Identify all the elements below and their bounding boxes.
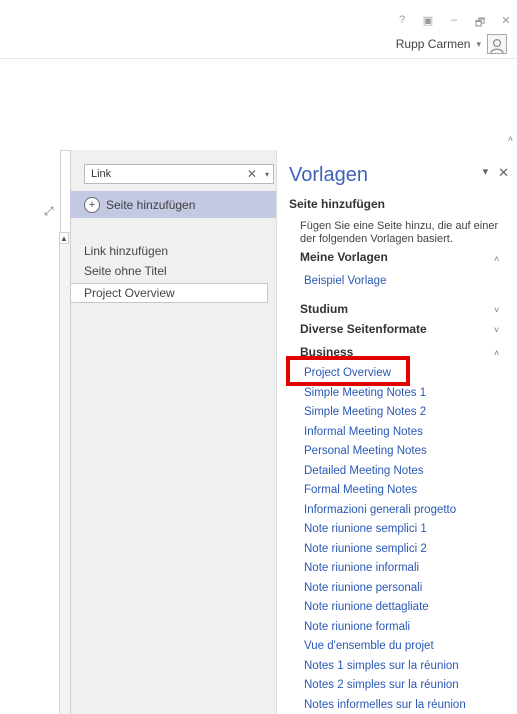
help-icon[interactable]: ? (394, 14, 410, 30)
title-separator (0, 58, 517, 59)
pane-options-icon[interactable]: ▾ (483, 165, 489, 181)
template-link[interactable]: Informal Meeting Notes (304, 426, 423, 438)
ribbon-collapse-icon[interactable]: ˄ (508, 134, 513, 144)
ribbon-display-icon[interactable]: ▣ (420, 14, 436, 30)
template-link[interactable]: Informazioni generali progetto (304, 504, 456, 516)
add-page-heading: Seite hinzufügen (289, 197, 385, 211)
expand-diverse-icon[interactable]: ˅ (494, 325, 499, 335)
collapse-business-icon[interactable]: ˄ (494, 348, 499, 358)
notebook-area (0, 150, 61, 714)
template-link[interactable]: Note riunione informali (304, 562, 419, 574)
template-link[interactable]: Note riunione dettagliate (304, 601, 429, 613)
plus-icon: + (84, 196, 100, 213)
template-link[interactable]: Simple Meeting Notes 1 (304, 387, 426, 399)
template-link[interactable]: Note riunione semplici 2 (304, 543, 427, 555)
restore-icon[interactable]: 🗗 (472, 14, 488, 30)
search-scope-dropdown-icon[interactable]: ▾ (265, 170, 269, 179)
template-link[interactable]: Personal Meeting Notes (304, 445, 427, 457)
template-link[interactable]: Notes 1 simples sur la réunion (304, 660, 459, 672)
pane-title: Vorlagen (289, 164, 368, 186)
template-link[interactable]: Simple Meeting Notes 2 (304, 406, 426, 418)
template-link[interactable]: Detailed Meeting Notes (304, 465, 424, 477)
my-templates-heading[interactable]: Meine Vorlagen (300, 250, 388, 264)
template-link[interactable]: Vue d'ensemble du projet (304, 640, 434, 652)
pane-close-icon[interactable]: ✕ (498, 165, 509, 181)
page-item-link-hinzufuegen[interactable]: Link hinzufügen (84, 244, 168, 258)
templates-description: Fügen Sie eine Seite hinzu, die auf eine… (300, 220, 499, 245)
template-link[interactable]: Note riunione formali (304, 621, 410, 633)
template-link[interactable]: Notes informelles sur la réunion (304, 699, 466, 711)
template-link[interactable]: Note riunione personali (304, 582, 422, 594)
user-account[interactable]: Rupp Carmen ▾ (396, 34, 507, 54)
page-item-project-overview[interactable]: Project Overview (70, 283, 268, 303)
highlight-annotation (286, 356, 410, 386)
add-page-label: Seite hinzufügen (106, 197, 196, 212)
group-diverse-seitenformate[interactable]: Diverse Seitenformate (300, 322, 427, 336)
search-field[interactable]: ✕ ▾ (84, 164, 274, 184)
group-studium[interactable]: Studium (300, 302, 348, 316)
expand-studium-icon[interactable]: ˅ (494, 305, 499, 315)
pane-controls: ▾ ✕ (483, 165, 509, 181)
expand-icon[interactable]: ⤢ (44, 204, 58, 218)
template-beispiel-vorlage[interactable]: Beispiel Vorlage (304, 275, 386, 287)
collapse-my-templates-icon[interactable]: ˄ (494, 254, 499, 264)
user-dropdown-icon[interactable]: ▾ (476, 39, 481, 50)
avatar[interactable] (487, 34, 507, 54)
add-page-button[interactable]: + Seite hinzufügen (70, 191, 276, 218)
scroll-up-arrow-icon[interactable]: ▲ (59, 232, 69, 244)
pages-panel (70, 150, 278, 714)
close-window-icon[interactable]: ✕ (498, 14, 514, 30)
minimize-icon[interactable]: – (446, 14, 462, 30)
search-input[interactable] (89, 167, 233, 181)
template-link[interactable]: Formal Meeting Notes (304, 484, 417, 496)
template-link[interactable]: Notes 2 simples sur la réunion (304, 679, 459, 691)
window-controls: ? ▣ – 🗗 ✕ (394, 14, 514, 30)
clear-search-icon[interactable]: ✕ (247, 167, 257, 181)
page-item-seite-ohne-titel[interactable]: Seite ohne Titel (84, 264, 167, 278)
template-link[interactable]: Note riunione semplici 1 (304, 523, 427, 535)
person-icon (490, 38, 504, 53)
user-name: Rupp Carmen (395, 37, 471, 51)
